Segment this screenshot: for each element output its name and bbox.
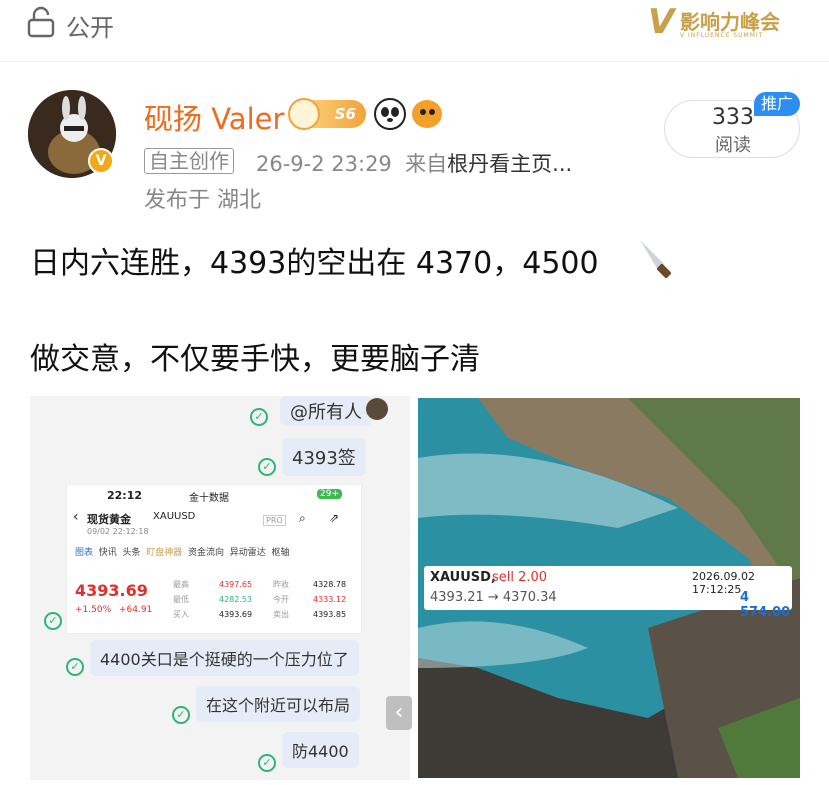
astronaut-icon <box>288 98 320 130</box>
trade-profit: 4 574.00 <box>740 590 791 620</box>
trade-price-range: 4393.21 → 4370.34 <box>430 590 557 605</box>
instrument-datetime: 09/02 22:12:18 <box>87 527 149 536</box>
verified-badge-icon: V <box>88 148 114 174</box>
post-source[interactable]: 根丹看主页... <box>447 152 572 176</box>
read-check-icon: ✓ <box>258 754 276 772</box>
knife-icon <box>640 240 671 278</box>
promote-badge[interactable]: 推广 <box>754 92 800 116</box>
chat-screenshot-image[interactable]: @所有人 ✓ 4393签 ✓ 22:12 金十数据 29+ ‹ 现货黄金 XAU… <box>30 396 410 780</box>
author-name[interactable]: 砚扬 Valer <box>144 96 284 138</box>
trade-card: XAUUSD, sell 2.00 2026.09.02 17:12:25 43… <box>424 566 792 620</box>
instrument-name: 现货黄金 <box>87 513 131 526</box>
source-prefix: 来自 <box>405 152 448 176</box>
share-icon: ⇗ <box>329 511 340 525</box>
quote-values-left: 4397.65 4282.53 4393.69 <box>219 580 253 619</box>
panda-icon <box>374 98 406 130</box>
brand-logo-mark: V <box>648 2 675 42</box>
visibility-label[interactable]: 公开 <box>66 8 114 43</box>
brand-logo-text: 影响力峰会 <box>680 10 780 34</box>
post-text-line2: 做交意，不仅要手快，更要脑子清 <box>30 342 480 377</box>
chat-bubble-1: 4400关口是个挺硬的一个压力位了 <box>90 640 359 676</box>
battery-icon: 29+ <box>317 489 342 499</box>
phone-tabs: 图表 快讯 头条 盯盘神器 资金流向 异动雷达 枢轴 <box>75 548 290 558</box>
chat-bubble-short: 4393签 <box>282 438 366 476</box>
search-icon: ⌕ <box>299 511 306 525</box>
instrument-code: XAUUSD <box>153 511 196 522</box>
quote-labels-right: 昨收 今开 卖出 <box>273 580 289 619</box>
image-prev-arrow-icon[interactable]: ‹ <box>386 696 412 730</box>
price-change-pct: +1.50% <box>75 605 112 615</box>
back-icon: ‹ <box>73 509 79 525</box>
read-check-icon: ✓ <box>66 658 84 676</box>
unlock-icon <box>27 6 55 38</box>
quote-labels-left: 最高 最低 买入 <box>173 580 189 619</box>
pro-badge: PRO <box>263 515 286 526</box>
chat-bubble-2: 在这个附近可以布局 <box>196 686 361 722</box>
chat-bubble-3: 防4400 <box>282 732 359 768</box>
phone-time: 22:12 <box>107 489 143 502</box>
pufferfish-icon <box>412 100 442 128</box>
gold-price: 4393.69 <box>75 581 148 600</box>
post-location: 发布于 湖北 <box>144 188 261 213</box>
phone-screenshot: 22:12 金十数据 29+ ‹ 现货黄金 XAUUSD 09/02 22:12… <box>66 484 362 634</box>
post-time: 26-9-2 23:29 <box>256 152 392 176</box>
original-tag: 自主创作 <box>144 148 234 174</box>
read-check-icon: ✓ <box>258 458 276 476</box>
trade-side: sell 2.00 <box>492 570 548 585</box>
read-label: 阅读 <box>715 135 751 156</box>
post-text-line1: 日内六连胜，4393的空出在 4370，4500 <box>30 246 599 281</box>
price-change-abs: +64.91 <box>119 605 153 615</box>
read-check-icon: ✓ <box>250 408 268 426</box>
post-meta: 26-9-2 23:29 来自根丹看主页... <box>256 148 572 178</box>
trade-symbol: XAUUSD, <box>430 570 496 585</box>
sender-avatar <box>366 398 388 420</box>
brand-logo-sub: V INFLUENCE SUMMIT <box>680 32 764 39</box>
chat-bubble-mention: @所有人 <box>280 396 372 426</box>
top-bar: 公开 V 影响力峰会 V INFLUENCE SUMMIT <box>0 0 829 62</box>
read-check-icon: ✓ <box>172 706 190 724</box>
coast-trade-image[interactable]: XAUUSD, sell 2.00 2026.09.02 17:12:25 43… <box>418 398 800 778</box>
quote-values-right: 4328.78 4333.12 4393.85 <box>313 580 347 619</box>
read-check-icon: ✓ <box>44 612 62 630</box>
phone-app-name: 金十数据 <box>189 493 229 504</box>
